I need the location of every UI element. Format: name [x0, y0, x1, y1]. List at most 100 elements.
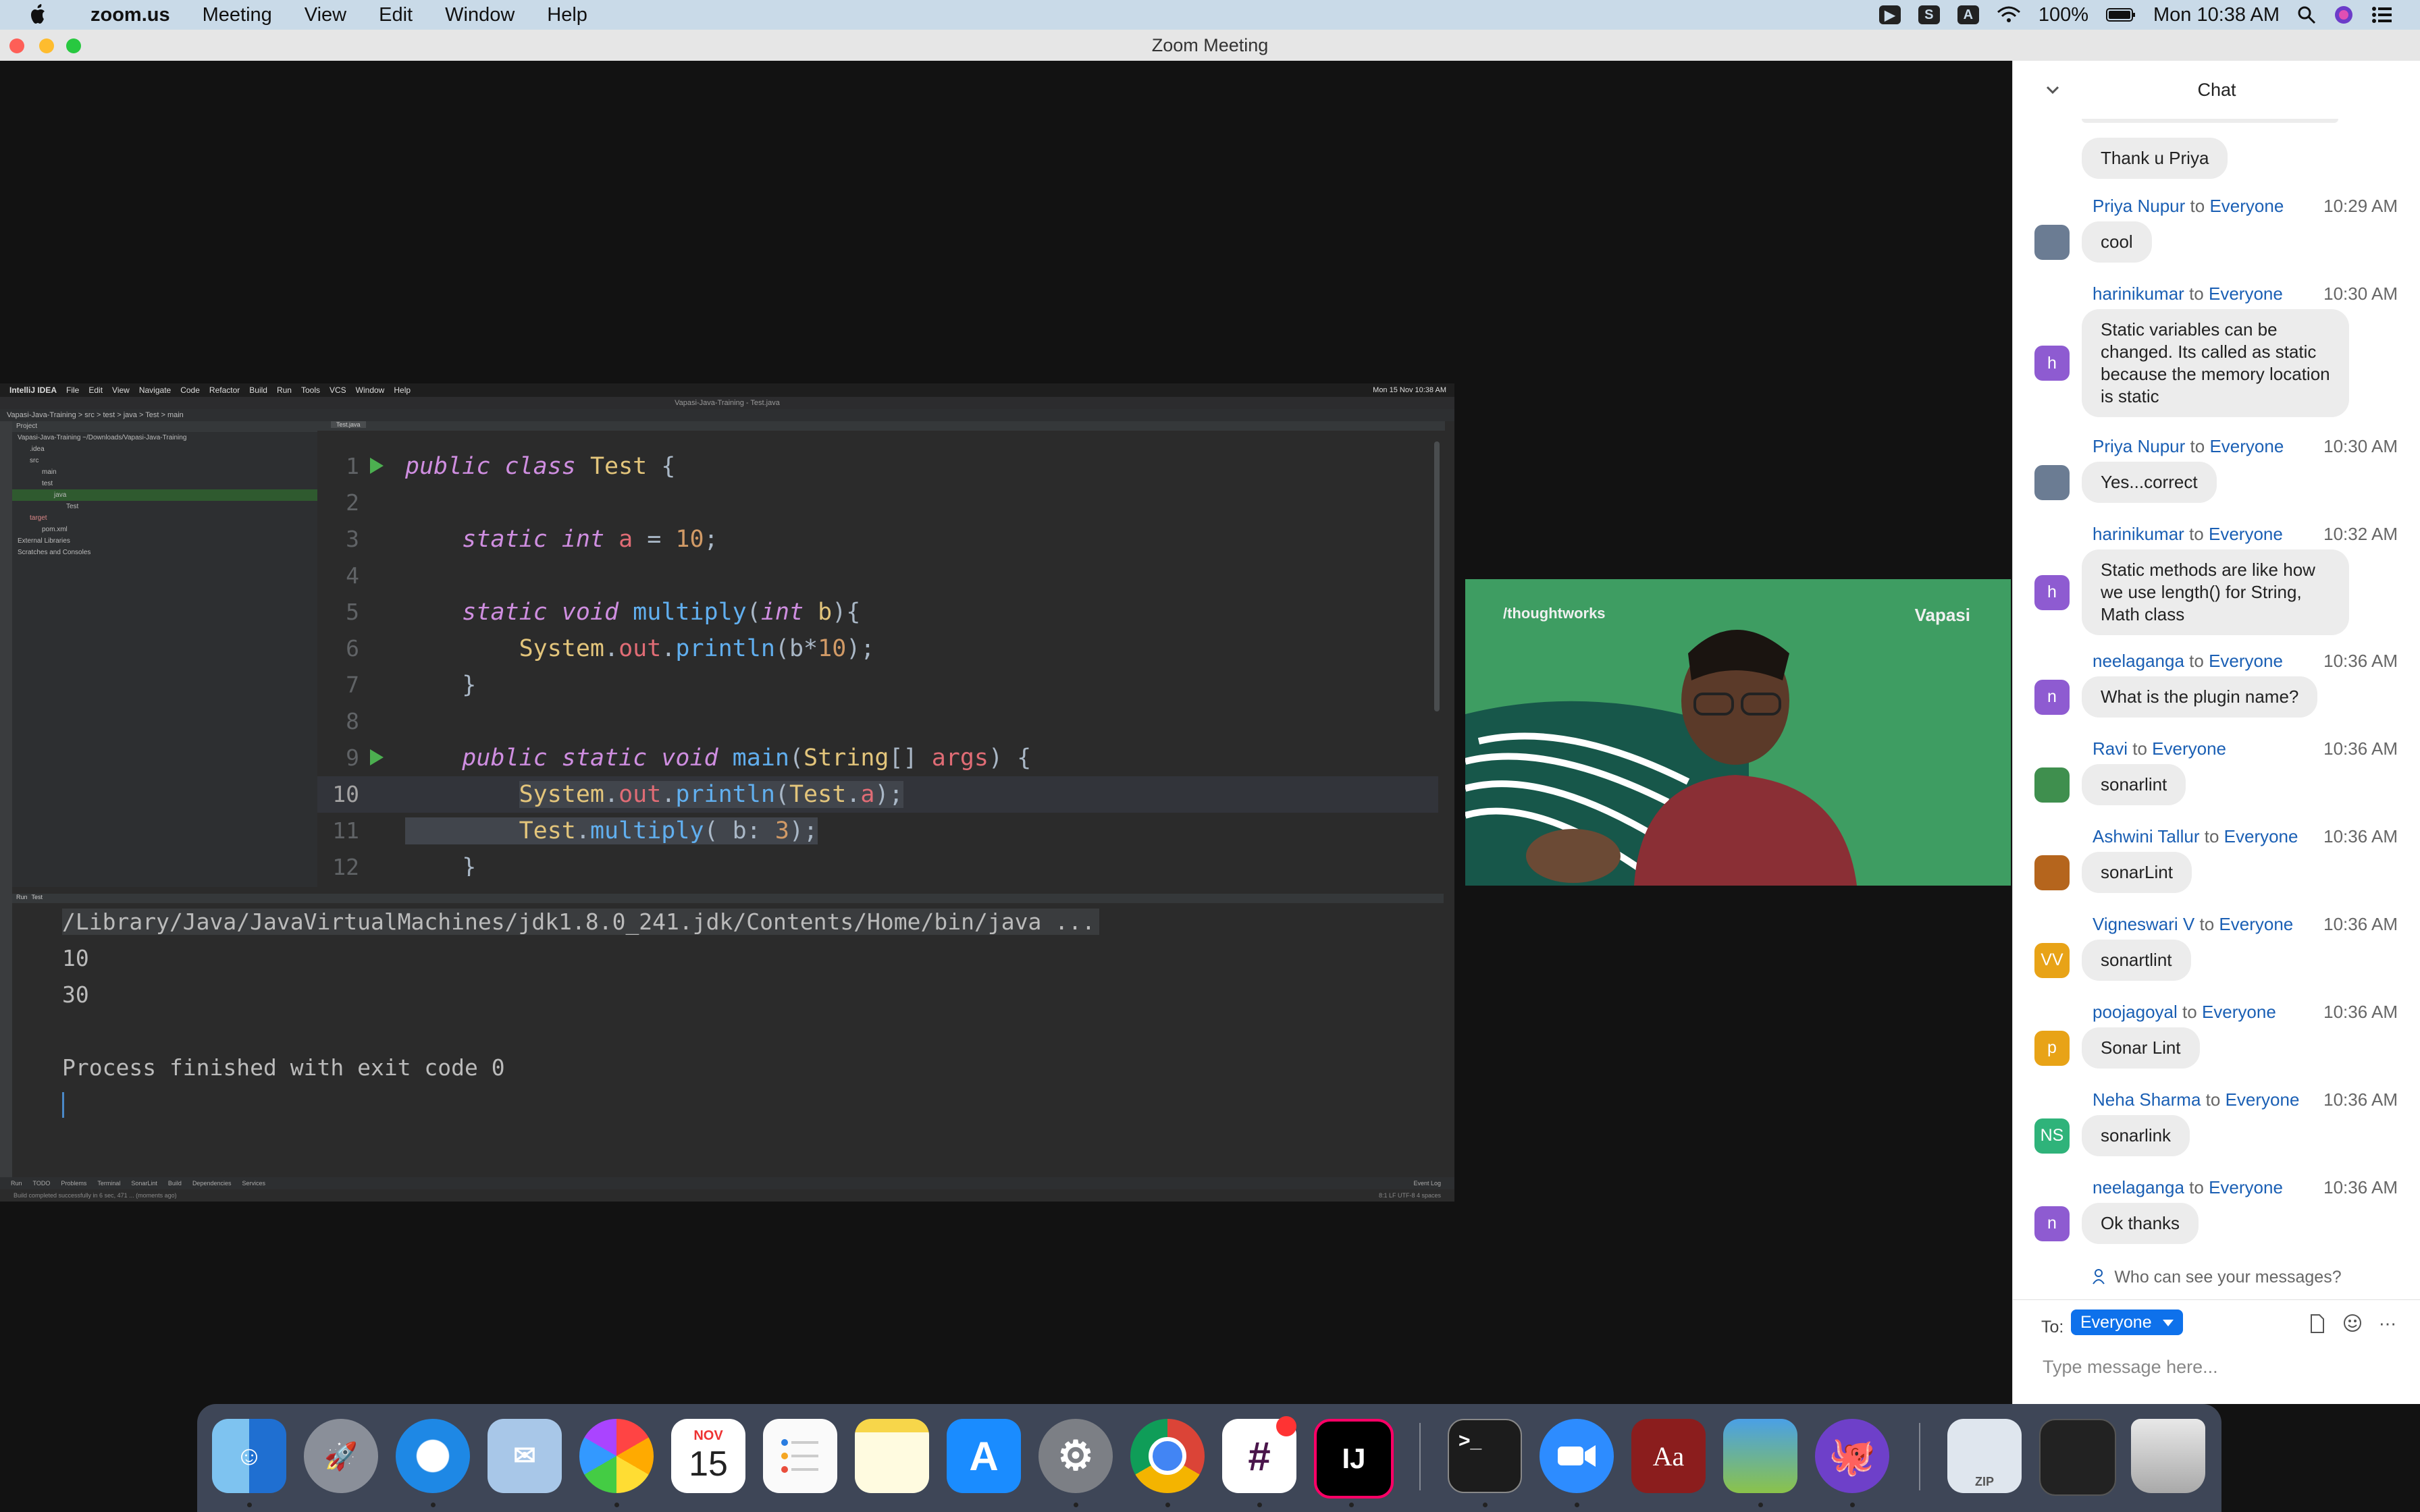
code-line: 3 static int a = 10; [346, 526, 718, 553]
ide-menubar-clock: Mon 15 Nov 10:38 AM [1373, 386, 1446, 394]
avatar[interactable]: n [2034, 679, 2070, 715]
skype-status-icon[interactable]: S [1918, 5, 1940, 24]
chat-header: Chat [2013, 61, 2420, 122]
notes-icon[interactable] [855, 1419, 929, 1493]
menu-view[interactable]: View [305, 4, 346, 26]
more-options-icon[interactable]: ⋯ [2377, 1314, 2398, 1334]
sender-name[interactable]: neelaganga [2093, 651, 2184, 671]
zoom-icon[interactable] [1540, 1419, 1614, 1493]
avatar[interactable]: h [2034, 574, 2070, 610]
sender-name[interactable]: Priya Nupur [2093, 196, 2185, 216]
running-indicator [1257, 1503, 1262, 1507]
terminal-icon[interactable]: >_ [1448, 1419, 1522, 1493]
ide-menu-code: Code [180, 385, 200, 395]
macos-dock: ☺ 🚀 ✉ NOV 15 A ⚙ # IJ >_ Aa 🐙 ZIP [197, 1404, 2221, 1512]
avatar[interactable] [2034, 224, 2070, 260]
message-time: 10:29 AM [2323, 196, 2398, 216]
github-desktop-icon[interactable]: 🐙 [1815, 1419, 1889, 1493]
chat-message-header: neelaganga to Everyone [2093, 1177, 2283, 1198]
chat-message-text: Static methods are like how we use lengt… [2082, 549, 2349, 635]
wifi-icon[interactable] [1997, 5, 2021, 24]
apple-menu-icon[interactable] [28, 3, 49, 26]
zoom-window-button[interactable] [66, 38, 81, 53]
running-indicator [1483, 1503, 1488, 1507]
avatar[interactable]: VV [2034, 942, 2070, 978]
safari-icon[interactable] [396, 1419, 470, 1493]
ide-tool-window-bar: Run TODO Problems Terminal SonarLint Build Dep… [0, 1177, 1454, 1189]
to-word: to [2132, 738, 2147, 759]
ide-menu-navigate: Navigate [138, 385, 172, 395]
zip-file-icon[interactable]: ZIP [1947, 1419, 2022, 1493]
sender-name[interactable]: Ravi [2093, 738, 2128, 759]
app-store-icon[interactable]: A [947, 1419, 1021, 1493]
siri-icon[interactable] [2334, 5, 2354, 25]
message-time: 10:32 AM [2323, 524, 2398, 544]
minimize-window-button[interactable] [39, 38, 54, 53]
menu-help[interactable]: Help [547, 4, 587, 26]
chrome-icon[interactable] [1130, 1419, 1205, 1493]
input-source-icon[interactable]: A [1957, 5, 1979, 24]
avatar[interactable]: h [2034, 346, 2070, 381]
thoughtworks-logo-text: /thoughtworks [1503, 605, 1606, 622]
code-line: 12 } [332, 854, 477, 876]
code-line: 4 [346, 562, 359, 589]
sender-name[interactable]: Neha Sharma [2093, 1089, 2201, 1110]
menu-meeting[interactable]: Meeting [203, 4, 272, 26]
avatar[interactable] [2034, 855, 2070, 890]
chat-message-text: What is the plugin name? [2082, 676, 2318, 718]
intellij-idea-icon[interactable]: IJ [1314, 1419, 1394, 1498]
recent-window-thumbnail[interactable] [2039, 1419, 2116, 1496]
sender-name[interactable]: harinikumar [2093, 524, 2184, 544]
avatar[interactable]: p [2034, 1030, 2070, 1066]
menu-edit[interactable]: Edit [379, 4, 413, 26]
menubar-clock[interactable]: Mon 10:38 AM [2153, 4, 2280, 26]
code-line: 2 [346, 489, 359, 516]
chat-message-input[interactable] [2041, 1351, 2395, 1382]
chat-message-header: Ashwini Tallur to Everyone [2093, 826, 2298, 847]
spotlight-search-icon[interactable] [2297, 5, 2316, 24]
zoom-status-icon[interactable]: ▶ [1878, 5, 1901, 24]
sender-name[interactable]: Priya Nupur [2093, 436, 2185, 456]
photos-icon[interactable] [579, 1419, 654, 1493]
sender-name[interactable]: poojagoyal [2093, 1002, 2178, 1022]
running-indicator [1349, 1503, 1354, 1507]
trash-icon[interactable] [2131, 1419, 2205, 1493]
preview-icon[interactable] [1723, 1419, 1797, 1493]
to-word: to [2205, 1089, 2221, 1110]
mail-stamp-icon[interactable]: ✉ [488, 1419, 562, 1493]
finder-icon[interactable]: ☺ [212, 1419, 286, 1493]
menu-window[interactable]: Window [445, 4, 515, 26]
avatar[interactable]: n [2034, 1206, 2070, 1241]
ide-menu-refactor: Refactor [209, 385, 240, 395]
sender-name[interactable]: neelaganga [2093, 1177, 2184, 1197]
sender-name[interactable]: Ashwini Tallur [2093, 826, 2199, 846]
launchpad-icon[interactable]: 🚀 [304, 1419, 378, 1493]
app-menu-zoom[interactable]: zoom.us [90, 4, 170, 26]
dictionary-icon[interactable]: Aa [1631, 1419, 1706, 1493]
avatar[interactable] [2034, 464, 2070, 500]
close-window-button[interactable] [9, 38, 24, 53]
chat-message-text: cool [2082, 221, 2152, 263]
ide-run-panel: Run Test /Library/Java/JavaVirtualMachine… [12, 894, 1444, 1177]
calendar-icon[interactable]: NOV 15 [671, 1419, 745, 1493]
sender-name[interactable]: harinikumar [2093, 284, 2184, 304]
avatar[interactable]: NS [2034, 1118, 2070, 1154]
to-word: to [2189, 524, 2204, 544]
ide-menu-vcs: VCS [329, 385, 346, 395]
file-share-icon[interactable] [2307, 1314, 2327, 1334]
control-center-icon[interactable] [2371, 6, 2393, 24]
to-word: to [2182, 1002, 2197, 1022]
participant-video[interactable]: /thoughtworks Vapasi [1465, 579, 2011, 886]
tree-item-scratches: Scratches and Consoles [18, 549, 91, 556]
who-can-see-messages-link[interactable]: Who can see your messages? [2013, 1268, 2420, 1287]
reminders-icon[interactable] [763, 1419, 837, 1493]
to-word: to [2190, 196, 2205, 216]
battery-icon[interactable] [2106, 7, 2136, 22]
sender-name[interactable]: Vigneswari V [2093, 914, 2194, 934]
system-preferences-icon[interactable]: ⚙ [1038, 1419, 1113, 1493]
ide-menu-bar: IntelliJ IDEA File Edit View Navigate Co… [0, 383, 1454, 397]
ide-left-toolstrip [0, 421, 12, 1191]
avatar[interactable] [2034, 767, 2070, 803]
emoji-icon[interactable] [2342, 1314, 2363, 1334]
recipient-select[interactable]: Everyone [2071, 1310, 2183, 1335]
